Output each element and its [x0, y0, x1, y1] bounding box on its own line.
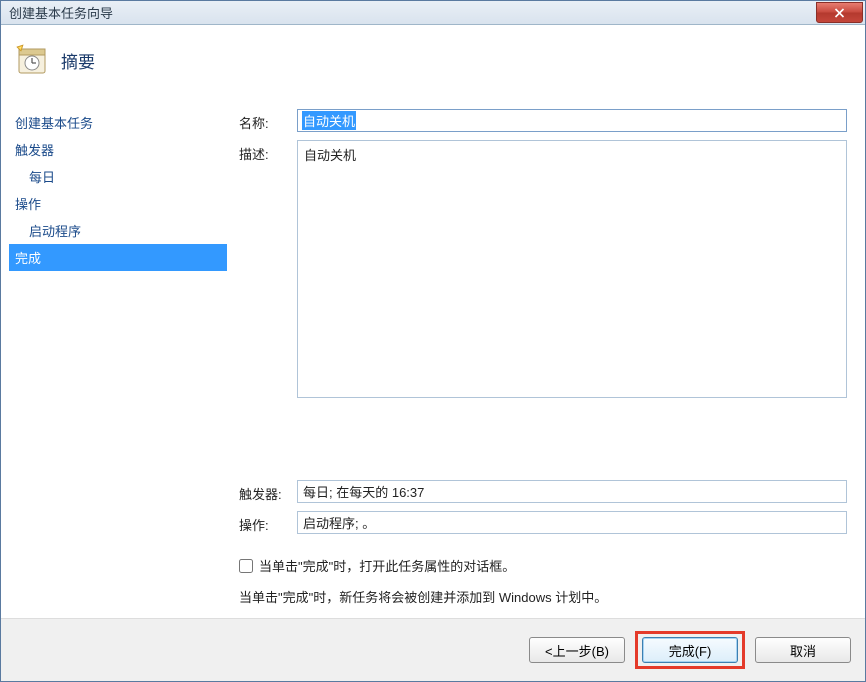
row-name: 名称: 自动关机 [239, 109, 847, 132]
sidebar-item-trigger[interactable]: 触发器 [9, 136, 227, 163]
trigger-label: 触发器: [239, 480, 297, 503]
open-properties-row: 当单击"完成"时，打开此任务属性的对话框。 [239, 556, 847, 575]
sidebar-item-action[interactable]: 操作 [9, 190, 227, 217]
action-value: 启动程序; 。 [297, 511, 847, 534]
sidebar-item-create-task[interactable]: 创建基本任务 [9, 109, 227, 136]
open-properties-checkbox[interactable] [239, 559, 253, 573]
main-panel: 名称: 自动关机 描述: 触发器: [227, 99, 853, 618]
back-button[interactable]: <上一步(B) [529, 637, 625, 663]
name-input[interactable]: 自动关机 [297, 109, 847, 132]
titlebar: 创建基本任务向导 [1, 1, 865, 25]
description-textarea[interactable] [297, 140, 847, 398]
cancel-button[interactable]: 取消 [755, 637, 851, 663]
row-action: 操作: 启动程序; 。 [239, 511, 847, 534]
close-icon [834, 8, 845, 18]
wizard-window: 创建基本任务向导 摘要 创建 [0, 0, 866, 682]
wizard-sidebar: 创建基本任务 触发器 每日 操作 启动程序 完成 [9, 99, 227, 618]
page-title: 摘要 [61, 48, 95, 73]
desc-label: 描述: [239, 140, 297, 163]
name-label: 名称: [239, 109, 297, 132]
finish-button[interactable]: 完成(F) [642, 637, 738, 663]
name-value: 自动关机 [302, 111, 356, 130]
wizard-body: 创建基本任务 触发器 每日 操作 启动程序 完成 名称: 自动关机 描 [1, 99, 865, 618]
wizard-header: 摘要 [1, 25, 865, 99]
trigger-value: 每日; 在每天的 16:37 [297, 480, 847, 503]
summary-icon [15, 43, 49, 77]
sidebar-item-finish[interactable]: 完成 [9, 244, 227, 271]
window-title: 创建基本任务向导 [9, 3, 113, 22]
row-trigger: 触发器: 每日; 在每天的 16:37 [239, 480, 847, 503]
open-properties-label: 当单击"完成"时，打开此任务属性的对话框。 [259, 556, 515, 575]
row-description: 描述: [239, 140, 847, 401]
finish-highlight: 完成(F) [635, 631, 745, 669]
action-label: 操作: [239, 511, 297, 534]
wizard-footer: <上一步(B) 完成(F) 取消 [1, 618, 865, 681]
content-area: 摘要 创建基本任务 触发器 每日 操作 启动程序 完成 名称: 自动关机 [1, 25, 865, 681]
sidebar-item-daily[interactable]: 每日 [9, 163, 227, 190]
wizard-info-text: 当单击"完成"时，新任务将会被创建并添加到 Windows 计划中。 [239, 587, 847, 606]
close-button[interactable] [816, 2, 863, 23]
sidebar-item-start-program[interactable]: 启动程序 [9, 217, 227, 244]
